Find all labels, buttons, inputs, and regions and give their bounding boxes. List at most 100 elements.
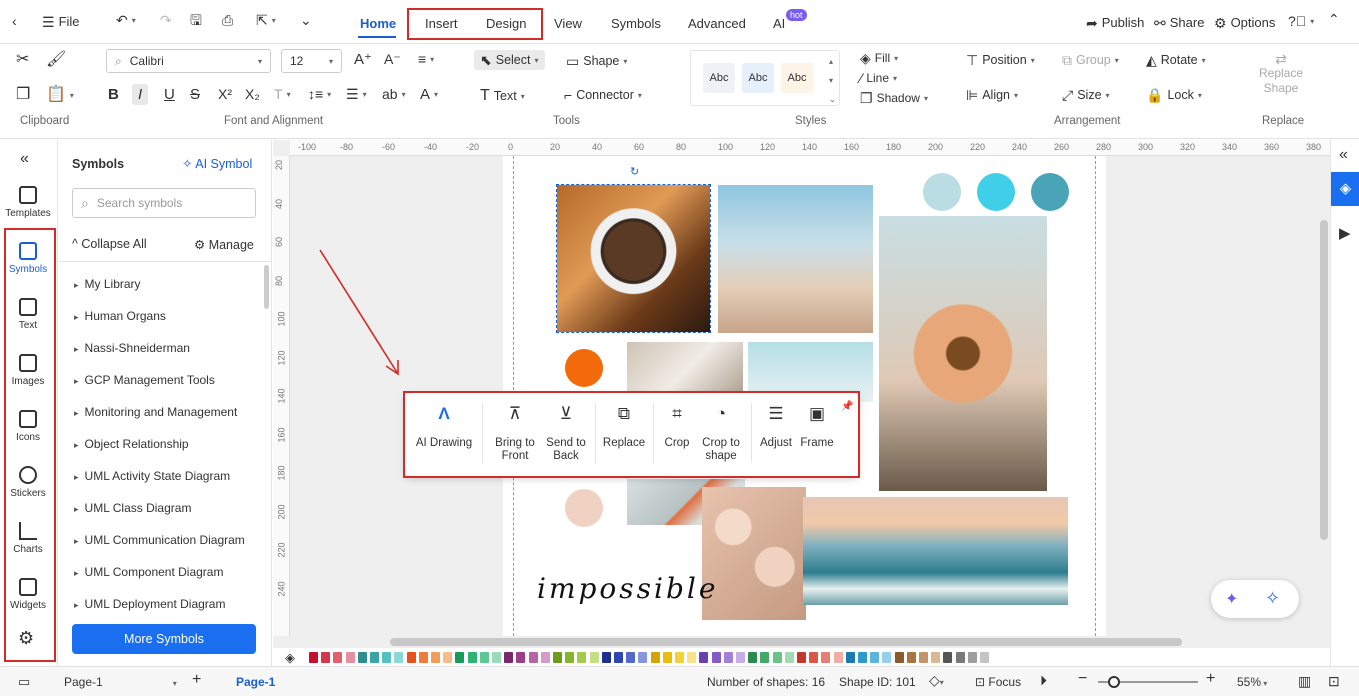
color-swatch[interactable] (638, 652, 648, 663)
color-swatch[interactable] (333, 652, 343, 663)
symbol-search-input[interactable]: ⌕ Search symbols (72, 188, 256, 218)
list-item[interactable]: UML Communication Diagram (74, 533, 245, 547)
decrease-font-button[interactable]: A⁻ (384, 52, 401, 66)
color-swatch[interactable] (772, 652, 782, 663)
color-swatch[interactable] (565, 652, 575, 663)
color-swatch[interactable] (382, 652, 392, 663)
redo-button[interactable]: ↷ (160, 13, 172, 27)
connector-button[interactable]: ⌐ Connector ▾ (564, 88, 642, 102)
color-swatch[interactable] (479, 652, 489, 663)
color-swatch[interactable] (833, 652, 843, 663)
color-swatch[interactable] (797, 652, 806, 663)
zoom-out-button[interactable]: − (1078, 670, 1087, 688)
style-gallery-scroll[interactable]: ▴ ▾ ⌄ (829, 52, 836, 109)
horizontal-scrollbar[interactable] (390, 638, 1182, 646)
ocean-photo[interactable] (803, 497, 1068, 605)
color-swatch[interactable] (931, 652, 941, 663)
manage-button[interactable]: ⚙ Manage (194, 237, 254, 252)
list-item[interactable]: UML Activity State Diagram (74, 469, 231, 483)
collapse-ribbon-button[interactable]: ⌃ (1328, 12, 1340, 26)
cut-button[interactable]: ✂ (16, 52, 29, 68)
color-swatch[interactable] (443, 652, 453, 663)
line-spacing-button[interactable]: ↕≡ ▾ (308, 87, 331, 101)
color-swatch[interactable] (882, 652, 892, 663)
color-swatch[interactable] (650, 652, 660, 663)
color-swatch[interactable] (784, 652, 794, 663)
zoom-slider-handle[interactable] (1108, 676, 1120, 688)
swatch-circle-1[interactable] (923, 173, 961, 211)
color-swatch[interactable] (699, 652, 709, 663)
save-button[interactable]: 🖫 (190, 13, 202, 27)
list-item[interactable]: My Library (74, 277, 141, 291)
shadow-button[interactable]: ❐ Shadow ▾ (860, 91, 928, 105)
list-button[interactable]: ☰ ▾ (346, 87, 367, 101)
page-selector[interactable]: Page-1 ▾ (64, 675, 177, 689)
color-swatch[interactable] (504, 652, 514, 663)
help-button[interactable]: ?⃝ ▾ (1288, 14, 1314, 28)
color-swatch[interactable] (431, 652, 440, 663)
font-color-button[interactable]: A ▾ (420, 87, 438, 102)
paste-button[interactable]: 📋 ▾ (46, 87, 74, 103)
ai-wand-icon[interactable]: ✦ (1225, 589, 1238, 609)
color-swatch[interactable] (980, 652, 989, 663)
handwritten-text[interactable]: impossible (537, 572, 718, 605)
book-view-icon[interactable]: ▥ (1298, 673, 1311, 690)
rotate-handle-icon[interactable]: ↻ (630, 165, 639, 178)
color-swatch[interactable] (760, 652, 770, 663)
color-swatch[interactable] (736, 652, 745, 663)
color-swatch[interactable] (357, 652, 367, 663)
fit-page-icon[interactable]: ⊡ (1328, 673, 1340, 690)
undo-button[interactable]: ↶ ▾ (116, 13, 136, 27)
color-swatch[interactable] (967, 652, 977, 663)
style-sample-3[interactable]: Abc (781, 63, 813, 93)
tab-symbols[interactable]: Symbols (611, 16, 661, 31)
color-swatch[interactable] (870, 652, 880, 663)
color-swatch[interactable] (943, 652, 953, 663)
presentation-icon[interactable]: ▶ (1339, 224, 1351, 242)
underline-button[interactable]: U (164, 87, 175, 102)
export-button[interactable]: ⇱ ▾ (256, 13, 276, 27)
format-panel-button[interactable]: ◈ (1331, 172, 1359, 206)
color-swatch[interactable] (894, 652, 904, 663)
text-spacing-button[interactable]: ab ▾ (382, 87, 406, 101)
more-symbols-button[interactable]: More Symbols (72, 624, 256, 654)
ai-sparkle-icon[interactable]: ✧ (1265, 588, 1280, 609)
subscript-button[interactable]: X₂ (245, 87, 260, 101)
color-swatch[interactable] (662, 652, 672, 663)
back-button[interactable]: ‹ (12, 14, 17, 28)
color-swatch[interactable] (345, 652, 355, 663)
lock-button[interactable]: 🔒 Lock ▾ (1146, 88, 1202, 102)
color-swatch[interactable] (418, 652, 428, 663)
list-item[interactable]: UML Component Diagram (74, 565, 224, 579)
zoom-in-button[interactable]: + (1206, 670, 1215, 688)
collapse-all-button[interactable]: ^ Collapse All (72, 237, 147, 251)
print-button[interactable]: ⎙ (222, 13, 233, 27)
shape-button[interactable]: ▭ Shape ▾ (566, 54, 627, 68)
options-button[interactable]: ⚙ Options (1214, 15, 1275, 30)
color-swatch[interactable] (614, 652, 623, 663)
color-swatch[interactable] (626, 652, 636, 663)
play-icon[interactable]: ⏵ (1040, 672, 1047, 689)
superscript-button[interactable]: X² (218, 87, 232, 101)
rotate-button[interactable]: ◭ Rotate ▾ (1146, 53, 1206, 67)
list-item[interactable]: Monitoring and Management (74, 405, 238, 419)
color-swatch[interactable] (370, 652, 379, 663)
color-swatch[interactable] (406, 652, 416, 663)
color-swatch[interactable] (492, 652, 501, 663)
focus-button[interactable]: ⊡ Focus (975, 675, 1021, 689)
increase-font-button[interactable]: A⁺ (354, 52, 372, 67)
color-swatch[interactable] (955, 652, 965, 663)
color-swatch[interactable] (516, 652, 526, 663)
color-swatch[interactable] (821, 652, 831, 663)
fill-button[interactable]: ◈ Fill ▾ (860, 51, 898, 65)
sunflower-photo[interactable] (879, 216, 1047, 491)
quick-access-button[interactable]: ⌄ (300, 13, 312, 27)
italic-button[interactable]: I (132, 84, 149, 105)
strikethrough-button[interactable]: S (190, 87, 200, 102)
expand-panel-button[interactable]: « (1339, 146, 1348, 164)
align-button[interactable]: ⊫ Align ▾ (966, 88, 1018, 102)
collapse-sidebar-button[interactable]: « (20, 150, 29, 168)
size-button[interactable]: ⤢ Size ▾ (1062, 88, 1110, 102)
list-item[interactable]: UML Deployment Diagram (74, 597, 226, 611)
orange-circle[interactable] (565, 349, 603, 387)
